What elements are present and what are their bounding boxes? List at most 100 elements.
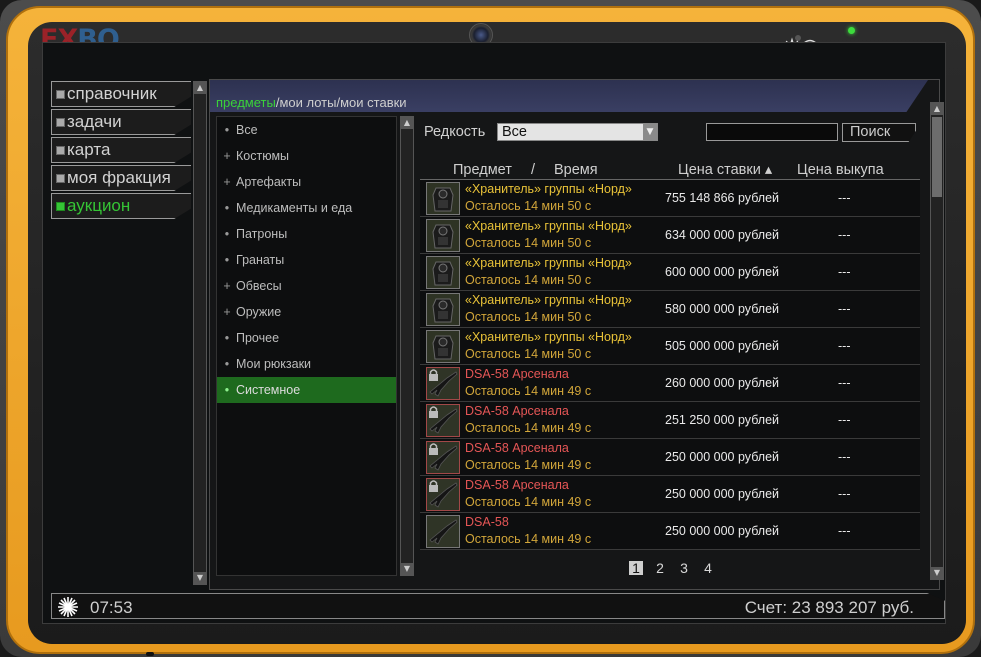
table-row[interactable]: DSA-58 Арсенала Осталось 14 мин 49 с 260 0… xyxy=(420,365,920,402)
auction-panel: предметы/мои лоты/мои ставки • Все + Костюм… xyxy=(209,79,944,590)
tab-0[interactable]: предметы xyxy=(216,95,276,110)
table-row[interactable]: «Хранитель» группы «Норд» Осталось 14 мин… xyxy=(420,254,920,291)
table-row[interactable]: «Хранитель» группы «Норд» Осталось 14 мин… xyxy=(420,217,920,254)
lots-scrollbar[interactable]: ▲ ▼ xyxy=(930,102,944,580)
category-label: Гранаты xyxy=(236,253,285,267)
item-name: DSA-58 Арсенала xyxy=(465,441,569,455)
buyout-price: --- xyxy=(838,191,851,205)
time-left: Осталось 14 мин 49 с xyxy=(465,495,592,509)
chevron-down-icon[interactable]: ▼ xyxy=(643,124,657,140)
item-name: «Хранитель» группы «Норд» xyxy=(465,256,632,270)
table-row[interactable]: «Хранитель» группы «Норд» Осталось 14 мин… xyxy=(420,291,920,328)
buyout-price: --- xyxy=(838,265,851,279)
search-button[interactable]: Поиск xyxy=(842,123,916,142)
category-label: Мои рюкзаки xyxy=(236,357,312,371)
category-item[interactable]: • Мои рюкзаки xyxy=(217,351,396,377)
rifle-thumbnail xyxy=(426,404,460,437)
category-item[interactable]: • Медикаменты и еда xyxy=(217,195,396,221)
category-label: Обвесы xyxy=(236,279,282,293)
header-item[interactable]: Предмет xyxy=(453,162,512,178)
table-row[interactable]: DSA-58 Арсенала Осталось 14 мин 49 с 251 2… xyxy=(420,402,920,439)
buyout-price: --- xyxy=(838,413,851,427)
item-name: «Хранитель» группы «Норд» xyxy=(465,219,632,233)
header-buyout[interactable]: Цена выкупа xyxy=(797,162,884,178)
buyout-price: --- xyxy=(838,228,851,242)
bid-price: 634 000 000 рублей xyxy=(665,228,780,242)
time-left: Осталось 14 мин 50 с xyxy=(465,273,592,287)
expand-icon: + xyxy=(223,305,231,319)
account-balance: Счет: 23 893 207 руб. xyxy=(744,598,914,617)
category-item[interactable]: • Гранаты xyxy=(217,247,396,273)
category-label: Прочее xyxy=(236,331,280,345)
pda-device: EXBO справочник задачи карта моя фракция аук… xyxy=(0,0,981,657)
category-item[interactable]: + Артефакты xyxy=(217,169,396,195)
item-name: DSA-58 Арсенала xyxy=(465,478,569,492)
category-item[interactable]: • Все xyxy=(217,117,396,143)
header-separator: / xyxy=(531,162,536,178)
category-item[interactable]: + Костюмы xyxy=(217,143,396,169)
table-row[interactable]: DSA-58 Арсенала Осталось 14 мин 49 с 250 0… xyxy=(420,439,920,476)
page-3[interactable]: 3 xyxy=(677,561,691,575)
page-1[interactable]: 1 xyxy=(629,561,643,575)
lots-area: Редкость Все ▼ Поиск Предмет / Время Цен… xyxy=(420,116,927,576)
expand-icon: + xyxy=(223,175,231,189)
bullet-icon: • xyxy=(224,201,230,215)
bid-price: 755 148 866 рублей xyxy=(665,191,780,205)
header-time[interactable]: Время xyxy=(554,162,598,178)
nav-item-2[interactable]: карта xyxy=(51,137,191,163)
table-row[interactable]: «Хранитель» группы «Норд» Осталось 14 мин… xyxy=(420,328,920,365)
expand-icon: + xyxy=(223,279,231,293)
table-row[interactable]: DSA-58 Арсенала Осталось 14 мин 49 с 250 0… xyxy=(420,476,920,513)
tab-1[interactable]: мои лоты xyxy=(279,95,336,110)
nav-bullet-icon xyxy=(56,145,65,155)
nav-item-1[interactable]: задачи xyxy=(51,109,191,135)
buyout-price: --- xyxy=(838,302,851,316)
category-scrollbar[interactable]: ▲ ▼ xyxy=(400,116,414,576)
search-input[interactable] xyxy=(706,123,838,141)
auction-tabs: предметы/мои лоты/мои ставки xyxy=(210,80,928,112)
nav-bullet-icon xyxy=(56,201,65,211)
category-item[interactable]: • Патроны xyxy=(217,221,396,247)
category-scroll-down-button[interactable]: ▼ xyxy=(401,563,413,575)
nav-bullet-icon xyxy=(56,89,65,99)
category-label: Оружие xyxy=(236,305,282,319)
bid-price: 580 000 000 рублей xyxy=(665,302,780,316)
page-4[interactable]: 4 xyxy=(701,561,715,575)
nav-scrollbar[interactable]: ▲ ▼ xyxy=(193,81,207,585)
time-left: Осталось 14 мин 50 с xyxy=(465,199,592,213)
item-name: DSA-58 Арсенала xyxy=(465,367,569,381)
category-item[interactable]: • Системное xyxy=(217,377,396,403)
nav-item-3[interactable]: моя фракция xyxy=(51,165,191,191)
lots-scroll-down-button[interactable]: ▼ xyxy=(931,567,943,579)
tab-2[interactable]: мои ставки xyxy=(340,95,406,110)
category-item[interactable]: + Обвесы xyxy=(217,273,396,299)
nav-scroll-down-button[interactable]: ▼ xyxy=(194,572,206,584)
category-item[interactable]: • Прочее xyxy=(217,325,396,351)
bullet-icon: • xyxy=(224,253,230,267)
bullet-icon: • xyxy=(224,383,230,397)
rifle-thumbnail xyxy=(426,515,460,548)
nav-scroll-up-button[interactable]: ▲ xyxy=(194,82,206,94)
rarity-label: Редкость xyxy=(424,124,486,140)
time-left: Осталось 14 мин 49 с xyxy=(465,458,592,472)
lots-table: «Хранитель» группы «Норд» Осталось 14 мин… xyxy=(420,180,920,550)
bid-price: 250 000 000 рублей xyxy=(665,524,780,538)
table-row[interactable]: DSA-58 Осталось 14 мин 49 с 250 000 000 ру… xyxy=(420,513,920,550)
page-2[interactable]: 2 xyxy=(653,561,667,575)
lots-scroll-up-button[interactable]: ▲ xyxy=(931,103,943,115)
category-item[interactable]: + Оружие xyxy=(217,299,396,325)
device-shell: EXBO справочник задачи карта моя фракция аук… xyxy=(6,6,975,654)
buyout-price: --- xyxy=(838,450,851,464)
nav-item-0[interactable]: справочник xyxy=(51,81,191,107)
rarity-select[interactable]: Все ▼ xyxy=(497,123,658,141)
category-scroll-up-button[interactable]: ▲ xyxy=(401,117,413,129)
time-left: Осталось 14 мин 50 с xyxy=(465,347,592,361)
header-bid[interactable]: Цена ставки ▴ xyxy=(678,162,772,178)
item-name: DSA-58 Арсенала xyxy=(465,404,569,418)
lots-scroll-thumb[interactable] xyxy=(932,117,942,197)
bid-price: 251 250 000 рублей xyxy=(665,413,780,427)
table-row[interactable]: «Хранитель» группы «Норд» Осталось 14 мин… xyxy=(420,180,920,217)
bullet-icon: • xyxy=(224,331,230,345)
nav-item-4[interactable]: аукцион xyxy=(51,193,191,219)
nav-item-label: справочник xyxy=(67,84,157,103)
